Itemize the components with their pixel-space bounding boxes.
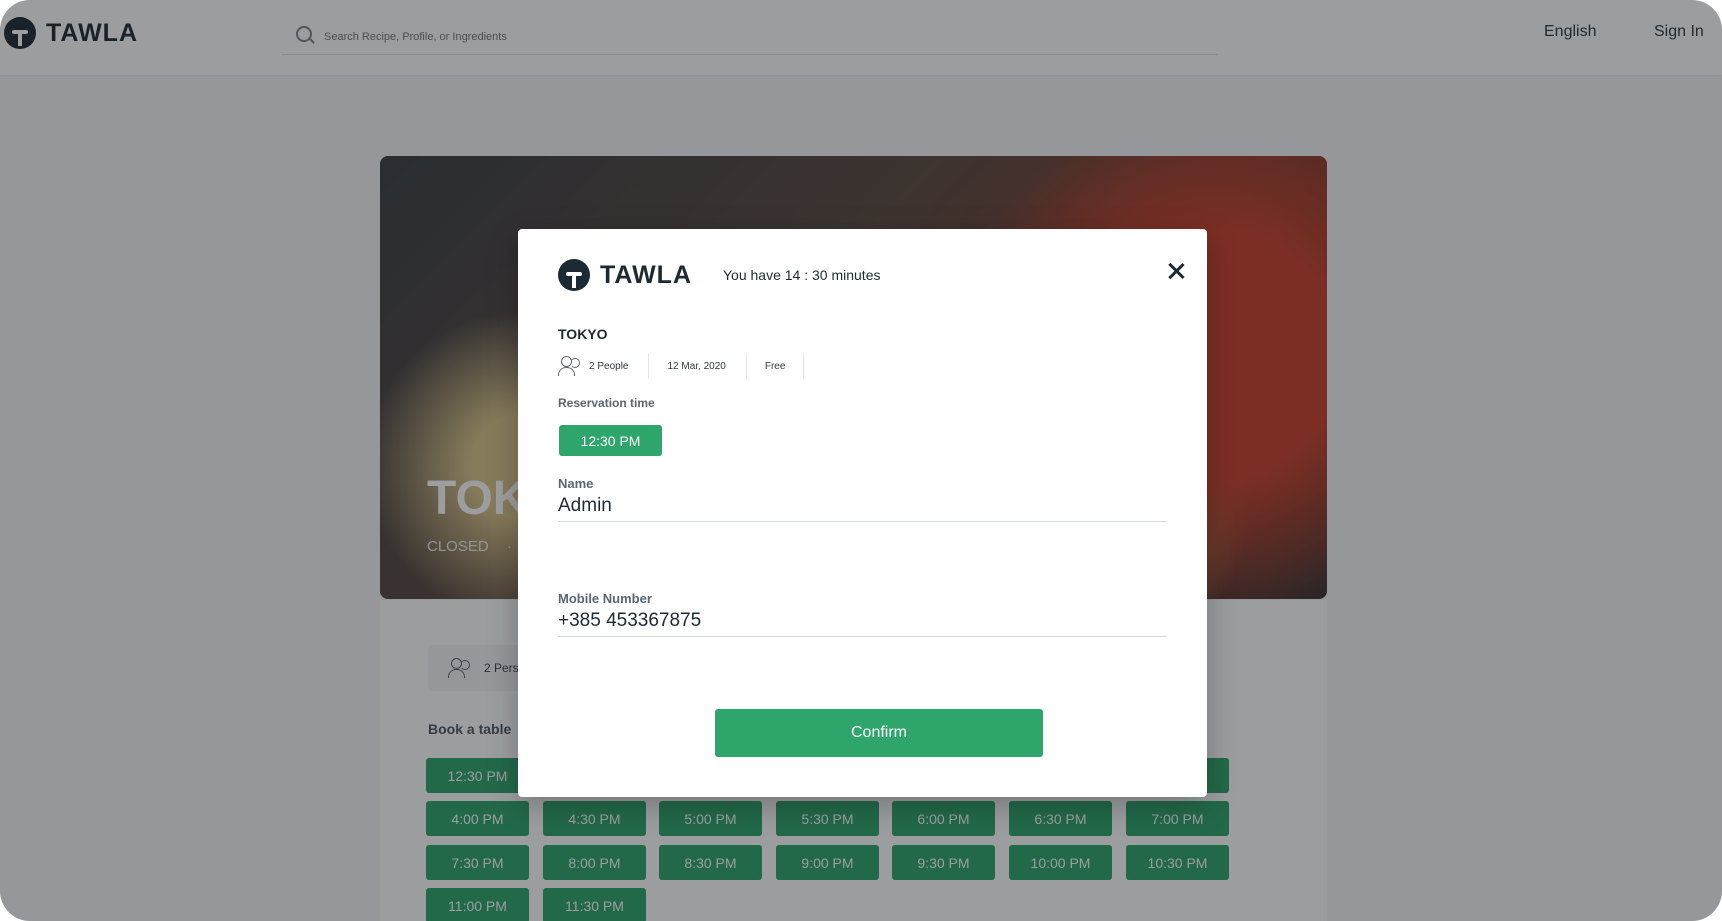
reservation-summary: 2 People 12 Mar, 2020 Free bbox=[558, 353, 822, 379]
mobile-number-label: Mobile Number bbox=[558, 591, 652, 606]
name-field[interactable] bbox=[558, 491, 1167, 522]
mobile-number-field[interactable] bbox=[558, 606, 1167, 637]
selected-time-chip[interactable]: 12:30 PM bbox=[559, 425, 662, 456]
summary-price: Free bbox=[765, 353, 805, 379]
app-frame: TAWLA English Sign In TOK CLOSED · 2 Per… bbox=[0, 0, 1722, 921]
reservation-timer: You have 14 : 30 minutes bbox=[723, 267, 881, 283]
reservation-price: Free bbox=[764, 360, 786, 372]
people-count: 2 People bbox=[589, 360, 629, 372]
modal-brand-logo: TAWLA bbox=[558, 259, 692, 291]
tawla-logo-icon bbox=[558, 259, 590, 291]
modal-restaurant-name: TOKYO bbox=[558, 326, 608, 342]
summary-people: 2 People bbox=[558, 353, 650, 379]
reservation-time-label: Reservation time bbox=[558, 396, 655, 410]
summary-date: 12 Mar, 2020 bbox=[667, 353, 747, 379]
reservation-date: 12 Mar, 2020 bbox=[667, 360, 726, 372]
confirm-button[interactable]: Confirm bbox=[715, 709, 1043, 757]
reservation-modal: TAWLA You have 14 : 30 minutes TOKYO 2 P… bbox=[518, 229, 1207, 797]
people-icon bbox=[558, 356, 584, 376]
name-label: Name bbox=[558, 476, 594, 491]
close-icon[interactable] bbox=[1164, 259, 1188, 283]
modal-brand-name: TAWLA bbox=[600, 260, 693, 289]
